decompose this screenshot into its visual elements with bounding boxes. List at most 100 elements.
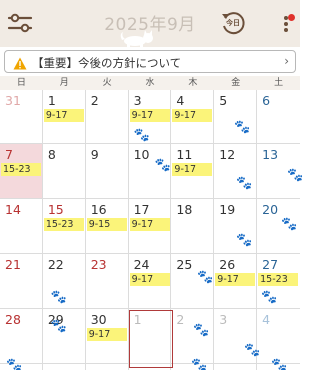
notice-banner[interactable]: 【重要】今後の方針について ›	[4, 50, 296, 73]
day-cell[interactable]: 1	[128, 309, 173, 368]
paw-print-icon: 🐾	[236, 233, 253, 248]
shift-event[interactable]: 9-17	[129, 273, 170, 286]
chevron-right-icon: ›	[284, 54, 289, 68]
paw-print-icon: 🐾	[50, 319, 68, 334]
paw-print-icon: 🐾	[271, 358, 288, 370]
day-number: 21	[5, 257, 21, 272]
paw-print-icon: 🐾	[193, 323, 210, 338]
day-number: 31	[5, 93, 21, 108]
day-cell[interactable]: 6	[257, 90, 300, 144]
paw-print-icon: 🐾	[244, 343, 261, 358]
day-cell[interactable]: 25 🐾	[171, 254, 215, 309]
shift-event[interactable]: 15-23	[43, 218, 84, 231]
day-cell[interactable]: 18	[171, 199, 215, 254]
day-number: 17	[133, 202, 150, 217]
weekday-header: 日 月 火 水 木 金 土	[0, 76, 300, 90]
dot-icon	[284, 22, 288, 26]
day-cell[interactable]: 14	[0, 199, 43, 254]
shift-event[interactable]: 15-23	[258, 273, 299, 286]
day-number: 11	[176, 147, 193, 162]
day-cell[interactable]: 31	[0, 90, 43, 144]
paw-print-icon: 🐾	[6, 358, 23, 370]
day-cell[interactable]: 20 🐾	[257, 199, 300, 254]
day-cell[interactable]: 17 9-17	[128, 199, 172, 254]
paw-print-icon: 🐾	[197, 270, 214, 285]
shift-event[interactable]: 9-17	[86, 328, 127, 341]
shift-event[interactable]: 9-17	[172, 163, 213, 176]
day-number: 4	[262, 312, 271, 327]
day-cell[interactable]: 19 🐾	[214, 199, 258, 254]
day-cell[interactable]: 2	[85, 90, 129, 144]
day-cell[interactable]: 8	[42, 144, 86, 199]
day-cell: 🐾	[257, 358, 300, 370]
day-cell: 🐾	[0, 358, 43, 370]
day-cell[interactable]: 7 15-23	[0, 144, 43, 199]
paw-print-icon: 🐾	[236, 176, 253, 191]
today-button[interactable]: 今日	[219, 9, 247, 37]
day-number: 19	[219, 202, 236, 217]
dot-icon	[284, 28, 288, 32]
paw-print-icon: 🐾	[261, 290, 278, 305]
shift-event[interactable]: 9-17	[172, 109, 213, 122]
day-number: 4	[176, 93, 185, 108]
day-cell[interactable]: 11 9-17	[171, 144, 215, 199]
paw-print-icon: 🐾	[50, 290, 68, 305]
day-cell[interactable]: 28	[0, 309, 43, 364]
paw-print-icon: 🐾	[287, 168, 304, 183]
day-number: 18	[176, 202, 193, 217]
shift-event[interactable]: 9-17	[129, 109, 170, 122]
day-number: 3	[133, 93, 142, 108]
shift-event[interactable]: 15-23	[1, 163, 41, 176]
day-number: 22	[47, 257, 64, 272]
day-cell[interactable]: 2 🐾	[171, 309, 215, 364]
day-cell[interactable]: 12 🐾	[214, 144, 258, 199]
day-number: 5	[219, 93, 228, 108]
day-cell[interactable]: 3 🐾	[214, 309, 261, 364]
day-cell[interactable]: 4	[257, 309, 300, 364]
shift-event[interactable]: 9-17	[215, 273, 256, 286]
day-cell[interactable]: 21	[0, 254, 43, 309]
day-number: 7	[5, 147, 13, 162]
day-number: 28	[5, 312, 21, 327]
day-cell[interactable]: 26 9-17	[214, 254, 258, 309]
weekday-label: 土	[274, 78, 284, 88]
day-number: 30	[90, 312, 107, 327]
day-cell[interactable]: 1 9-17	[42, 90, 86, 144]
day-number: 13	[262, 147, 279, 162]
day-cell[interactable]: 15 15-23	[42, 199, 86, 254]
day-cell[interactable]: 10 🐾	[128, 144, 172, 199]
paw-print-icon: 🐾	[133, 128, 150, 143]
shift-event[interactable]: 9-15	[86, 218, 127, 231]
day-number: 1	[133, 312, 142, 327]
day-cell[interactable]: 24 9-17	[128, 254, 172, 309]
day-cell[interactable]: 23	[85, 254, 129, 309]
day-cell[interactable]: 4 9-17	[171, 90, 215, 144]
day-cell	[214, 364, 258, 370]
day-cell: 🐾	[171, 358, 215, 370]
day-cell[interactable]: 5 🐾	[214, 90, 258, 144]
day-number: 15	[47, 202, 64, 217]
day-number: 1	[47, 93, 56, 108]
day-number: 3	[219, 312, 228, 327]
day-cell[interactable]: 30 9-17	[85, 309, 129, 364]
more-button[interactable]	[275, 12, 297, 36]
day-cell[interactable]: 13 🐾	[257, 144, 304, 199]
paw-print-icon: 🐾	[281, 217, 298, 232]
day-cell[interactable]: 16 9-15	[85, 199, 129, 254]
day-cell[interactable]: 3 9-17 🐾	[128, 90, 172, 144]
weekday-label: 日	[16, 78, 26, 88]
shift-event[interactable]: 9-17	[43, 109, 84, 122]
paw-print-icon: 🐾	[234, 120, 251, 135]
weekday-label: 月	[59, 78, 69, 88]
day-cell[interactable]: 29 🐾	[42, 309, 86, 364]
day-number: 23	[90, 257, 107, 272]
day-cell[interactable]: 27 15-23 🐾	[257, 254, 300, 309]
day-number: 2	[90, 93, 99, 108]
paw-print-icon: 🐾	[191, 358, 208, 370]
shift-event[interactable]: 9-17	[129, 218, 170, 231]
app-header: 2025年9月 今日	[0, 0, 300, 47]
day-number: 27	[262, 257, 279, 272]
day-cell[interactable]: 22 🐾	[42, 254, 86, 309]
day-number: 8	[47, 147, 56, 162]
day-cell[interactable]: 9	[85, 144, 129, 199]
